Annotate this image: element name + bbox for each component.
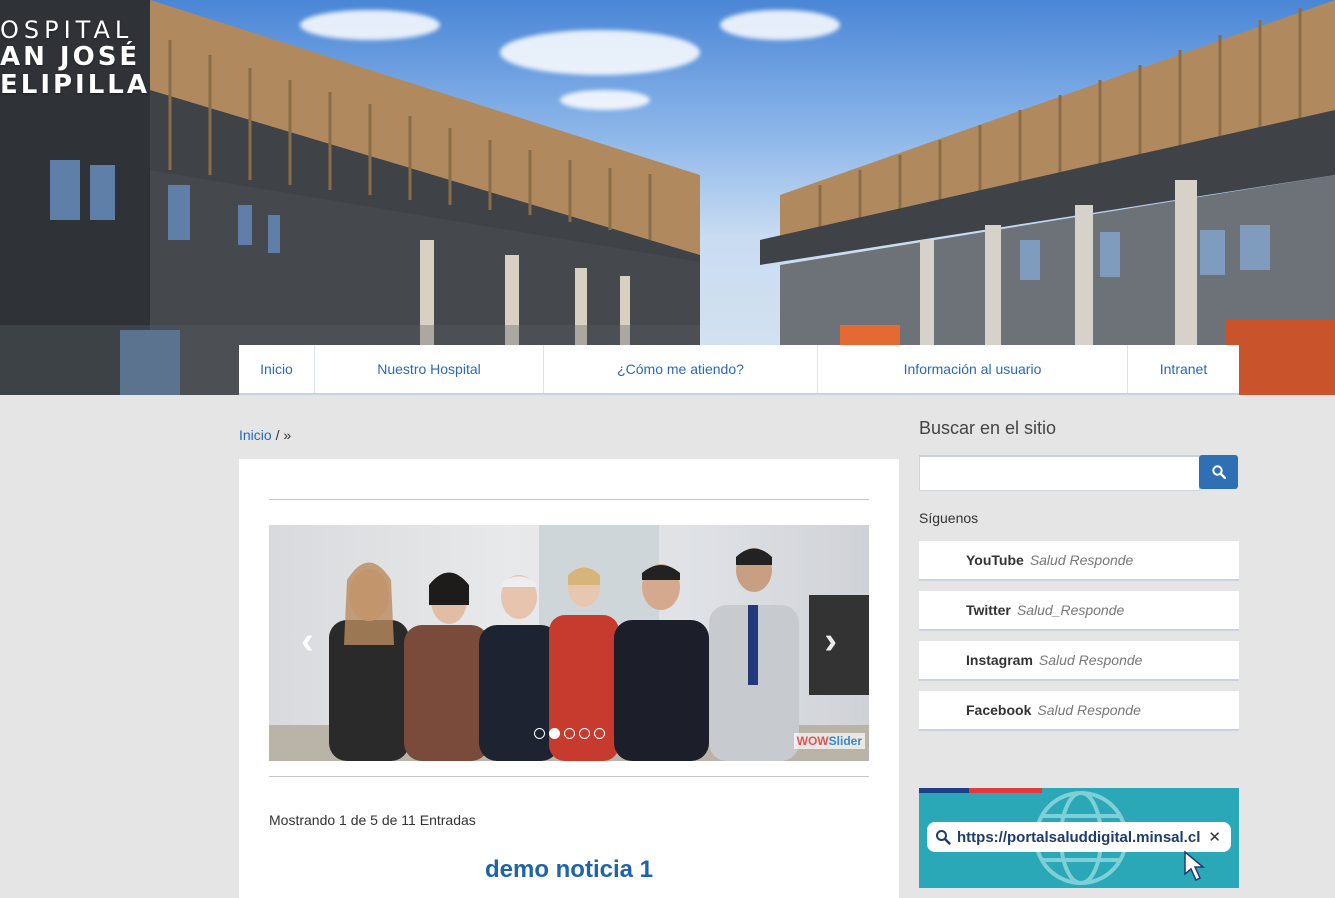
social-handle: Salud Responde xyxy=(1029,552,1134,568)
wowslider-logo-slider: Slider xyxy=(828,734,862,748)
social-network-name: Instagram xyxy=(966,652,1033,668)
slider-dot[interactable] xyxy=(534,728,545,739)
social-network-name: Twitter xyxy=(966,602,1011,618)
entries-count: Mostrando 1 de 5 de 11 Entradas xyxy=(269,812,476,828)
search-icon xyxy=(936,830,951,845)
breadcrumb: Inicio / » xyxy=(239,427,291,443)
cursor-icon xyxy=(1184,850,1206,882)
breadcrumb-current: » xyxy=(283,427,292,443)
social-link-instagram[interactable]: Instagram Salud Responde xyxy=(919,641,1239,681)
slider-dot-active[interactable] xyxy=(549,728,560,739)
search-section-title: Buscar en el sitio xyxy=(919,418,1057,438)
slider-next-button[interactable]: › xyxy=(824,620,837,663)
close-icon: ✕ xyxy=(1208,829,1221,846)
logo-line-1: OSPITAL xyxy=(0,16,134,44)
header-banner: OSPITAL AN JOSÉ ELIPILLA xyxy=(0,0,1335,395)
nav-item-como-me-atiendo[interactable]: ¿Cómo me atiendo? xyxy=(544,345,818,393)
social-network-name: Facebook xyxy=(966,702,1032,718)
hospital-logo: OSPITAL AN JOSÉ ELIPILLA xyxy=(0,18,150,98)
follow-us-title: Síguenos xyxy=(919,510,979,526)
slider-prev-button[interactable]: ‹ xyxy=(301,620,314,663)
banner-url-text: https://portalsaluddigital.minsal.cl xyxy=(957,828,1201,846)
search-icon xyxy=(1211,465,1226,479)
portal-salud-digital-banner[interactable]: https://portalsaluddigital.minsal.cl ✕ xyxy=(919,788,1239,888)
slider-dot[interactable] xyxy=(579,728,590,739)
nav-item-inicio[interactable]: Inicio xyxy=(239,345,315,393)
hospital-building-right xyxy=(760,0,1335,395)
social-link-twitter[interactable]: Twitter Salud_Responde xyxy=(919,591,1239,631)
nav-item-intranet[interactable]: Intranet xyxy=(1128,345,1239,393)
breadcrumb-home-link[interactable]: Inicio xyxy=(239,427,272,443)
divider-bottom xyxy=(269,776,869,777)
nav-item-nuestro-hospital[interactable]: Nuestro Hospital xyxy=(315,345,544,393)
social-handle: Salud_Responde xyxy=(1016,602,1125,618)
social-link-youtube[interactable]: YouTube Salud Responde xyxy=(919,541,1239,581)
news-slider[interactable]: ‹ › WOWSlider xyxy=(269,525,869,761)
news-item-title[interactable]: demo noticia 1 xyxy=(239,856,899,884)
main-navigation: Inicio Nuestro Hospital ¿Cómo me atiendo… xyxy=(239,345,1239,395)
social-link-facebook[interactable]: Facebook Salud Responde xyxy=(919,691,1239,731)
wowslider-logo: WOWSlider xyxy=(793,733,865,749)
breadcrumb-separator: / xyxy=(275,427,280,443)
social-handle: Salud Responde xyxy=(1037,702,1141,718)
slider-photo xyxy=(269,525,869,761)
logo-line-2: AN JOSÉ xyxy=(0,42,141,72)
social-handle: Salud Responde xyxy=(1038,652,1143,668)
wowslider-logo-wow: WOW xyxy=(796,734,829,748)
banner-url-bar: https://portalsaluddigital.minsal.cl ✕ xyxy=(927,822,1231,852)
nav-item-informacion-usuario[interactable]: Información al usuario xyxy=(818,345,1128,393)
banner-stripe-blue xyxy=(919,788,969,793)
news-card: ‹ › WOWSlider Mostrando 1 de 5 de 11 Ent… xyxy=(239,459,899,898)
search-button[interactable] xyxy=(1199,455,1238,489)
search-input[interactable] xyxy=(919,455,1200,491)
divider-top xyxy=(269,499,869,500)
logo-line-3: ELIPILLA xyxy=(0,70,150,100)
slider-dot[interactable] xyxy=(564,728,575,739)
social-network-name: YouTube xyxy=(966,552,1024,568)
slider-dot[interactable] xyxy=(594,728,605,739)
slider-dots xyxy=(534,728,605,739)
